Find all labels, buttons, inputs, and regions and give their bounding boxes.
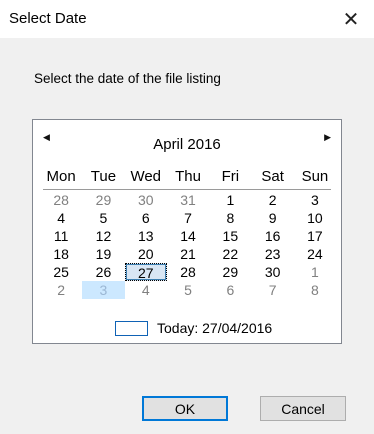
calendar-day[interactable]: 6 xyxy=(125,209,167,227)
month-calendar[interactable]: ◀ ▶ April 2016 Mon Tue Wed Thu Fri Sat S… xyxy=(32,119,342,344)
calendar-day[interactable]: 21 xyxy=(167,245,209,263)
calendar-day[interactable]: 23 xyxy=(251,245,293,263)
calendar-day[interactable]: 1 xyxy=(294,263,336,281)
close-icon: ✕ xyxy=(342,8,360,31)
calendar-day[interactable]: 24 xyxy=(294,245,336,263)
calendar-week: 2 3 4 5 6 7 8 xyxy=(40,281,336,299)
calendar-day[interactable]: 28 xyxy=(167,263,209,281)
weekday-label: Mon xyxy=(46,168,76,185)
prompt-label: Select the date of the file listing xyxy=(34,71,221,86)
calendar-week: 4 5 6 7 8 9 10 xyxy=(40,209,336,227)
calendar-week: 11 12 13 14 15 16 17 xyxy=(40,227,336,245)
calendar-day[interactable]: 17 xyxy=(294,227,336,245)
calendar-day[interactable]: 20 xyxy=(125,245,167,263)
calendar-day[interactable]: 8 xyxy=(209,209,251,227)
calendar-day[interactable]: 29 xyxy=(209,263,251,281)
calendar-week: 18 19 20 21 22 23 24 xyxy=(40,245,336,263)
calendar-day[interactable]: 12 xyxy=(82,227,124,245)
calendar-day[interactable]: 7 xyxy=(251,281,293,299)
today-label: Today: 27/04/2016 xyxy=(157,320,273,336)
calendar-day[interactable]: 10 xyxy=(294,209,336,227)
calendar-day[interactable]: 5 xyxy=(167,281,209,299)
cancel-button[interactable]: Cancel xyxy=(260,396,346,421)
calendar-day[interactable]: 15 xyxy=(209,227,251,245)
weekday-label: Tue xyxy=(90,168,117,185)
weekday-header: Mon Tue Wed Thu Fri Sat Sun xyxy=(40,168,336,188)
weekday-divider xyxy=(43,189,331,190)
calendar-day[interactable]: 2 xyxy=(251,191,293,209)
today-marker xyxy=(115,320,148,336)
calendar-day[interactable]: 4 xyxy=(40,209,82,227)
calendar-day[interactable]: 2 xyxy=(40,281,82,299)
calendar-day[interactable]: 30 xyxy=(251,263,293,281)
calendar-day-hover[interactable]: 3 xyxy=(82,281,125,299)
calendar-day[interactable]: 9 xyxy=(251,209,293,227)
calendar-day[interactable]: 16 xyxy=(251,227,293,245)
calendar-day[interactable]: 14 xyxy=(167,227,209,245)
calendar-day[interactable]: 5 xyxy=(82,209,124,227)
weekday-label: Sat xyxy=(261,168,284,185)
weekday-label: Wed xyxy=(130,168,162,185)
calendar-week: 28 29 30 31 1 2 3 xyxy=(40,191,336,209)
calendar-day[interactable]: 8 xyxy=(294,281,336,299)
calendar-day[interactable]: 13 xyxy=(125,227,167,245)
calendar-day[interactable]: 30 xyxy=(125,191,167,209)
calendar-day[interactable]: 7 xyxy=(167,209,209,227)
weekday-label: Fri xyxy=(221,168,240,185)
day-grid: 28 29 30 31 1 2 3 4 5 6 7 8 9 10 11 12 1… xyxy=(40,191,336,299)
calendar-day[interactable]: 1 xyxy=(209,191,251,209)
ok-button[interactable]: OK xyxy=(142,396,228,421)
weekday-label: Thu xyxy=(175,168,201,185)
calendar-day[interactable]: 11 xyxy=(40,227,82,245)
calendar-day[interactable]: 4 xyxy=(125,281,167,299)
calendar-day[interactable]: 26 xyxy=(82,263,124,281)
calendar-week: 25 26 27 28 29 30 1 xyxy=(40,263,336,281)
calendar-day[interactable]: 6 xyxy=(209,281,251,299)
calendar-day[interactable]: 18 xyxy=(40,245,82,263)
calendar-day[interactable]: 28 xyxy=(40,191,82,209)
title-bar: Select Date ✕ xyxy=(0,0,374,38)
calendar-day-selected[interactable]: 27 xyxy=(124,263,167,281)
month-title[interactable]: April 2016 xyxy=(33,136,341,153)
close-button[interactable]: ✕ xyxy=(328,0,374,38)
calendar-day[interactable]: 29 xyxy=(82,191,124,209)
weekday-label: Sun xyxy=(301,168,329,185)
calendar-day[interactable]: 31 xyxy=(167,191,209,209)
calendar-day[interactable]: 3 xyxy=(294,191,336,209)
calendar-day[interactable]: 19 xyxy=(82,245,124,263)
calendar-day[interactable]: 25 xyxy=(40,263,82,281)
window-title: Select Date xyxy=(9,10,87,27)
today-link[interactable]: Today: 27/04/2016 xyxy=(115,320,272,336)
calendar-day[interactable]: 22 xyxy=(209,245,251,263)
